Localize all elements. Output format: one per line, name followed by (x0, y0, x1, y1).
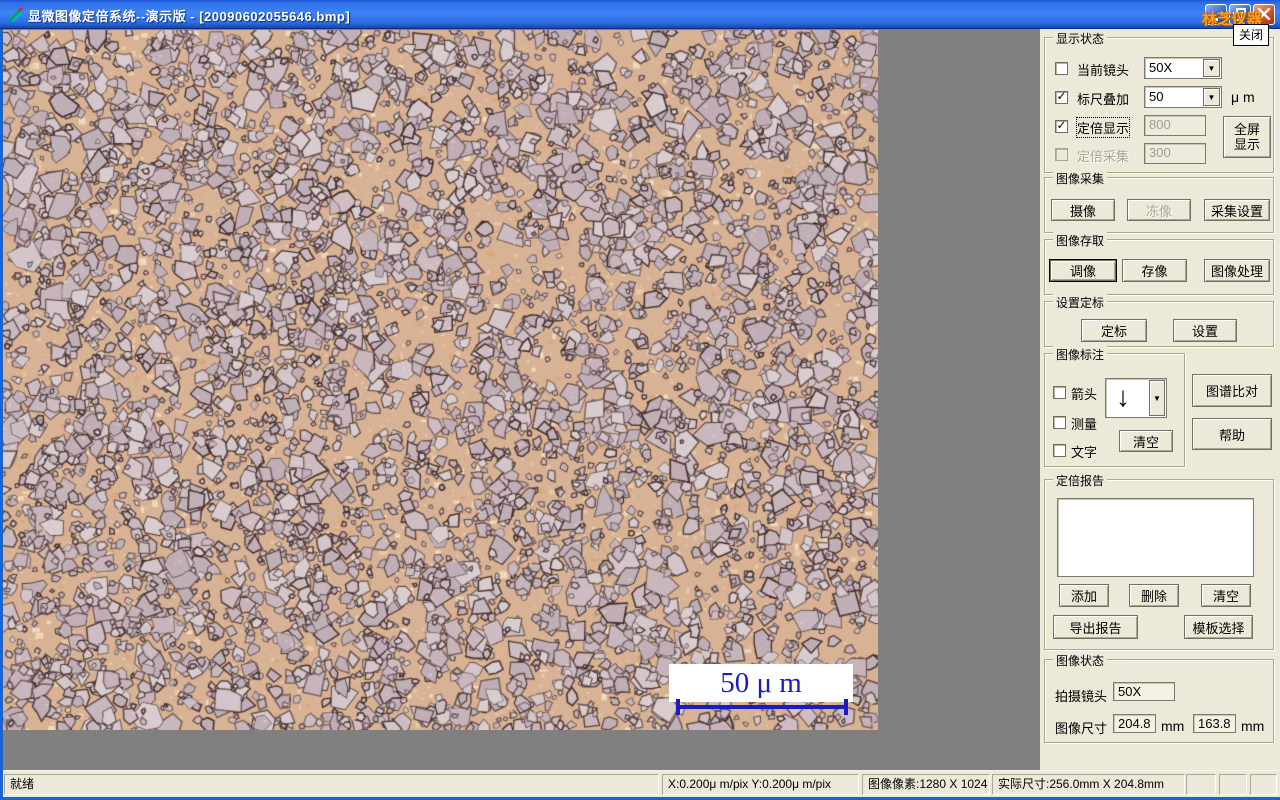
status-real-size: 实际尺寸:256.0mm X 204.8mm (992, 774, 1185, 795)
fixed-capture-checkbox (1055, 148, 1068, 161)
chevron-down-icon[interactable]: ▼ (1203, 59, 1220, 77)
group-image-status: 图像状态 拍摄镜头 50X 图像尺寸 204.8 mm 163.8 mm (1044, 652, 1274, 743)
camera-button[interactable]: 摄像 (1051, 199, 1115, 221)
calibration-setup-button[interactable]: 设置 (1173, 319, 1237, 342)
chevron-down-icon[interactable]: ▼ (1149, 380, 1165, 416)
calibrate-button[interactable]: 定标 (1081, 319, 1147, 342)
scale-bar-label: 50 μ m (720, 666, 802, 699)
report-delete-button[interactable]: 删除 (1129, 584, 1179, 607)
fullscreen-button[interactable]: 全屏 显示 (1223, 116, 1271, 158)
control-panel: 显示状态 当前镜头 50X ▼ ✓ 标尺叠加 50 ▼ μ m ✓ 定倍显示 8… (1040, 29, 1280, 770)
group-image-capture: 图像采集 摄像 冻像 采集设置 (1044, 170, 1274, 233)
ruler-overlay-label: 标尺叠加 (1077, 92, 1130, 107)
shoot-lens-label: 拍摄镜头 (1055, 689, 1108, 704)
group-title: 图像标注 (1053, 346, 1108, 363)
current-lens-label: 当前镜头 (1077, 63, 1130, 78)
group-title: 图像采集 (1053, 170, 1108, 187)
fixed-display-field: 800 (1144, 115, 1206, 136)
group-title: 设置定标 (1053, 294, 1108, 311)
arrow-style-combo[interactable]: ↓ ▼ (1105, 378, 1167, 418)
text-annotation-checkbox[interactable] (1053, 444, 1066, 457)
report-clear-button[interactable]: 清空 (1201, 584, 1251, 607)
capture-settings-button[interactable]: 采集设置 (1204, 199, 1270, 221)
current-lens-combo[interactable]: 50X ▼ (1144, 57, 1222, 79)
ruler-overlay-checkbox[interactable]: ✓ (1055, 90, 1068, 104)
group-title: 图像状态 (1053, 652, 1108, 669)
arrow-annotation-checkbox[interactable] (1053, 386, 1066, 399)
fixed-capture-label: 定倍采集 (1077, 149, 1130, 164)
group-image-annotation: 图像标注 箭头 测量 文字 ↓ ▼ 清空 (1044, 346, 1185, 467)
image-viewport: 50 μ m (3, 29, 1040, 770)
fixed-display-label: 定倍显示 (1075, 117, 1131, 138)
shoot-lens-field[interactable]: 50X (1113, 682, 1175, 701)
group-title: 显示状态 (1053, 30, 1108, 47)
report-listbox[interactable] (1057, 498, 1254, 577)
chevron-down-icon[interactable]: ▼ (1203, 88, 1220, 106)
status-spare-3 (1250, 774, 1277, 795)
scale-bar-tick-left (676, 699, 680, 715)
image-process-button[interactable]: 图像处理 (1204, 259, 1270, 282)
fixed-capture-field: 300 (1144, 143, 1206, 164)
group-title: 定倍报告 (1053, 472, 1108, 489)
window-title: 显微图像定倍系统--演示版 - [20090602055646.bmp] (28, 9, 351, 24)
title-bar: 显微图像定倍系统--演示版 - [20090602055646.bmp] 林芝仪… (0, 0, 1280, 29)
group-title: 图像存取 (1053, 232, 1108, 249)
fixed-display-checkbox[interactable]: ✓ (1055, 119, 1068, 133)
measure-annotation-checkbox[interactable] (1053, 416, 1066, 429)
group-calibration-report: 定倍报告 添加 删除 清空 导出报告 模板选择 (1044, 472, 1274, 650)
status-ready: 就绪 (4, 774, 659, 795)
image-width-field[interactable]: 204.8 (1113, 714, 1156, 733)
scale-bar-line (676, 699, 848, 715)
close-tooltip: 关闭 (1233, 24, 1270, 46)
measure-annotation-label: 测量 (1071, 417, 1098, 432)
status-spare-1 (1186, 774, 1216, 795)
status-bar: 就绪 X:0.200μ m/pix Y:0.200μ m/pix 图像像素:12… (3, 770, 1280, 797)
group-set-calibration: 设置定标 定标 设置 (1044, 294, 1274, 347)
clear-annotation-button[interactable]: 清空 (1119, 430, 1173, 452)
ruler-size-value: 50 (1149, 89, 1164, 104)
current-lens-checkbox[interactable] (1055, 62, 1068, 75)
app-icon (9, 7, 23, 22)
ruler-unit-label: μ m (1231, 89, 1255, 105)
group-display-status: 显示状态 当前镜头 50X ▼ ✓ 标尺叠加 50 ▼ μ m ✓ 定倍显示 8… (1044, 30, 1274, 173)
micrograph-canvas[interactable] (3, 30, 878, 730)
status-scale: X:0.200μ m/pix Y:0.200μ m/pix (662, 774, 859, 795)
down-arrow-icon: ↓ (1116, 381, 1130, 412)
status-pixels: 图像像素:1280 X 1024 (862, 774, 990, 795)
text-annotation-label: 文字 (1071, 445, 1098, 460)
report-add-button[interactable]: 添加 (1059, 584, 1109, 607)
status-spare-2 (1219, 774, 1247, 795)
image-size-label: 图像尺寸 (1055, 721, 1108, 736)
freeze-button: 冻像 (1127, 199, 1191, 221)
group-image-storage: 图像存取 调像 存像 图像处理 (1044, 232, 1274, 295)
export-report-button[interactable]: 导出报告 (1053, 615, 1138, 639)
scale-bar-label-box: 50 μ m (669, 664, 853, 702)
image-height-unit: mm (1241, 718, 1265, 734)
current-lens-value: 50X (1149, 60, 1173, 75)
help-button[interactable]: 帮助 (1192, 418, 1272, 450)
atlas-compare-button[interactable]: 图谱比对 (1192, 374, 1272, 407)
image-width-unit: mm (1161, 718, 1185, 734)
load-image-button[interactable]: 调像 (1049, 259, 1117, 282)
save-image-button[interactable]: 存像 (1122, 259, 1187, 282)
template-select-button[interactable]: 模板选择 (1184, 615, 1253, 639)
scale-bar-tick-right (844, 699, 848, 715)
arrow-annotation-label: 箭头 (1071, 387, 1098, 402)
ruler-size-combo[interactable]: 50 ▼ (1144, 86, 1222, 108)
image-height-field[interactable]: 163.8 (1193, 714, 1236, 733)
